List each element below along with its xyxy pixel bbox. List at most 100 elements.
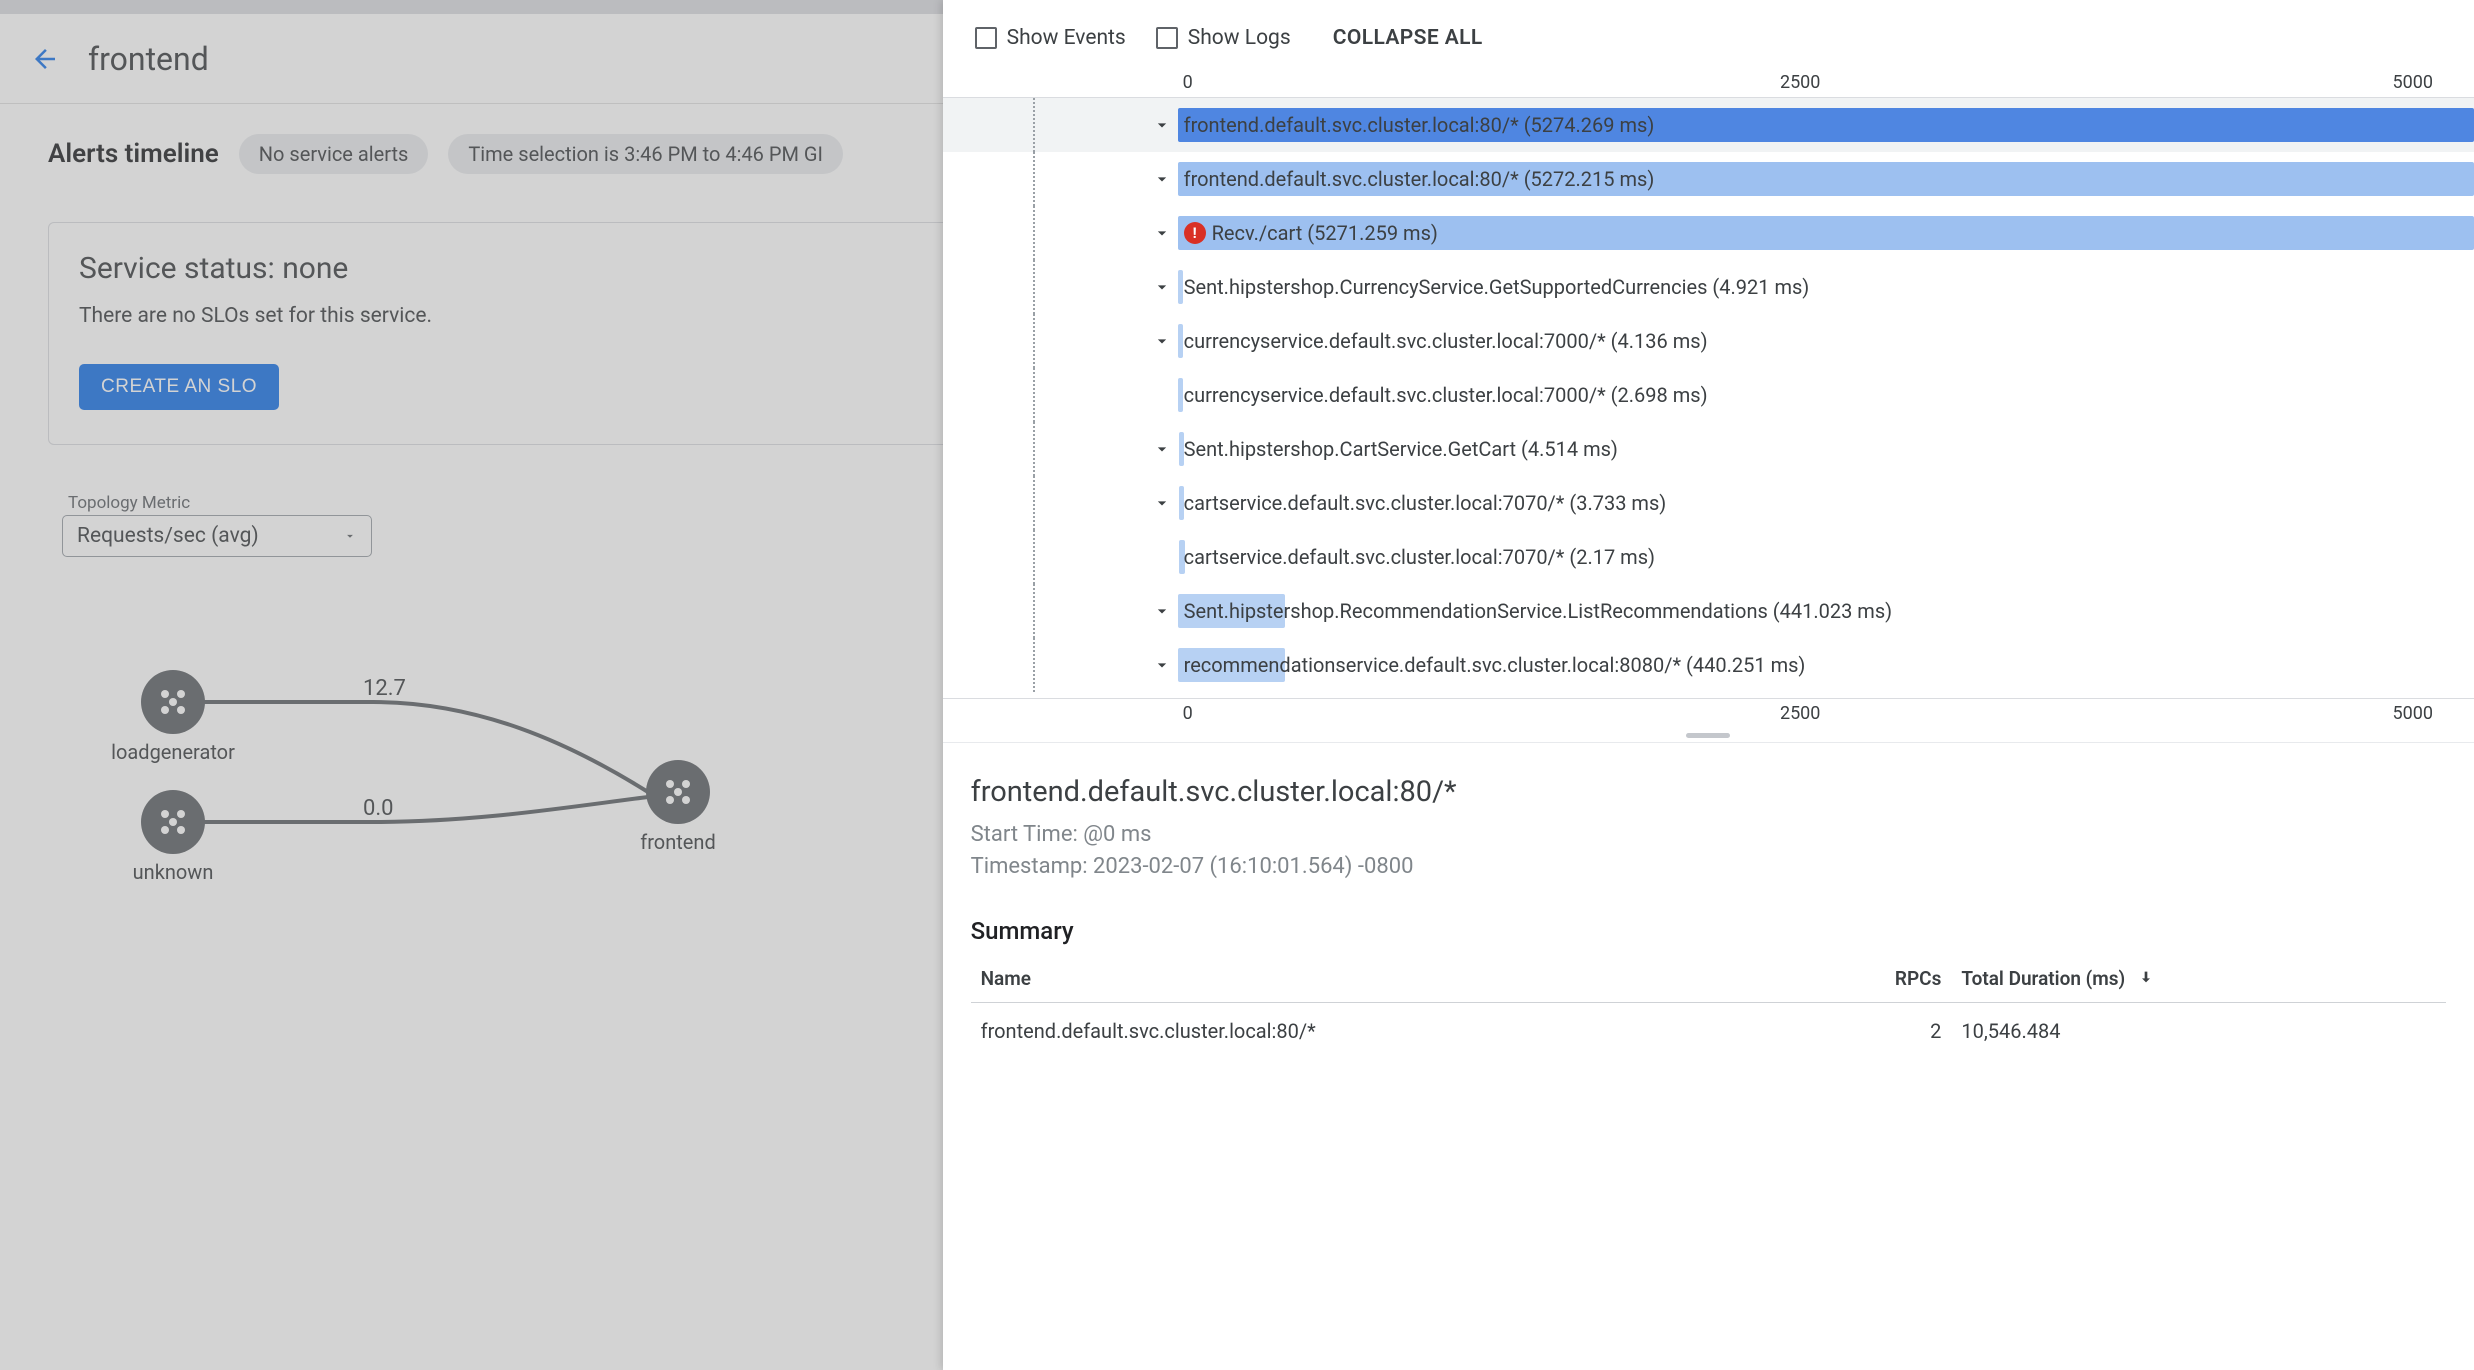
- span-details-title: frontend.default.svc.cluster.local:80/*: [971, 775, 2446, 809]
- axis-tick: 5000: [2393, 703, 2433, 724]
- span-label: Sent.hipstershop.RecommendationService.L…: [1184, 599, 1893, 623]
- span-row[interactable]: Sent.hipstershop.RecommendationService.L…: [943, 584, 2474, 638]
- timeline-axis-bottom: 0 2500 5000: [943, 698, 2474, 728]
- chevron-down-icon[interactable]: [1152, 655, 1172, 675]
- checkbox-icon: [975, 27, 997, 49]
- topology-node-unknown[interactable]: [141, 790, 205, 854]
- span-row[interactable]: frontend.default.svc.cluster.local:80/* …: [943, 152, 2474, 206]
- collapse-all-button[interactable]: COLLAPSE ALL: [1333, 26, 1483, 50]
- span-label: Sent.hipstershop.CurrencyService.GetSupp…: [1184, 275, 1810, 299]
- span-row-gutter: [1033, 638, 1178, 692]
- span-label: cartservice.default.svc.cluster.local:70…: [1184, 545, 1655, 569]
- span-row[interactable]: recommendationservice.default.svc.cluste…: [943, 638, 2474, 692]
- axis-tick: 0: [1183, 72, 1193, 93]
- col-rpcs[interactable]: RPCs: [1797, 955, 1952, 1003]
- span-row[interactable]: Sent.hipstershop.CurrencyService.GetSupp…: [943, 260, 2474, 314]
- topology-node-label: unknown: [133, 860, 214, 884]
- create-slo-button[interactable]: CREATE AN SLO: [79, 364, 279, 410]
- chevron-down-icon[interactable]: [1152, 277, 1172, 297]
- show-logs-label: Show Logs: [1188, 26, 1291, 50]
- span-details: frontend.default.svc.cluster.local:80/* …: [943, 742, 2474, 1370]
- summary-heading: Summary: [971, 917, 2446, 945]
- summary-table: Name RPCs Total Duration (ms) frontend.d…: [971, 955, 2446, 1059]
- span-track: cartservice.default.svc.cluster.local:70…: [1178, 484, 2474, 522]
- span-label: cartservice.default.svc.cluster.local:70…: [1184, 491, 1667, 515]
- span-row[interactable]: currencyservice.default.svc.cluster.loca…: [943, 368, 2474, 422]
- edge-label: 12.7: [363, 676, 406, 701]
- caret-down-icon: [343, 529, 357, 543]
- table-row[interactable]: frontend.default.svc.cluster.local:80/*2…: [971, 1002, 2446, 1059]
- span-label: frontend.default.svc.cluster.local:80/* …: [1184, 113, 1655, 137]
- topology-node-label: frontend: [640, 830, 715, 854]
- span-bar[interactable]: [1178, 324, 1183, 358]
- span-label: recommendationservice.default.svc.cluste…: [1184, 653, 1806, 677]
- span-track: frontend.default.svc.cluster.local:80/* …: [1178, 106, 2474, 144]
- grip-icon: [1686, 733, 1730, 738]
- span-row[interactable]: frontend.default.svc.cluster.local:80/* …: [943, 98, 2474, 152]
- span-label: currencyservice.default.svc.cluster.loca…: [1184, 329, 1708, 353]
- span-row-gutter: [1033, 314, 1178, 368]
- col-name[interactable]: Name: [971, 955, 1797, 1003]
- show-events-checkbox[interactable]: Show Events: [975, 26, 1126, 50]
- chevron-down-icon[interactable]: [1152, 439, 1172, 459]
- span-row-gutter: [1033, 422, 1178, 476]
- show-logs-checkbox[interactable]: Show Logs: [1156, 26, 1291, 50]
- timeline-axis-top: 0 2500 5000: [943, 68, 2474, 98]
- chevron-down-icon[interactable]: [1152, 601, 1172, 621]
- span-row-gutter: [1033, 260, 1178, 314]
- axis-tick: 2500: [1780, 703, 1820, 724]
- span-rows: frontend.default.svc.cluster.local:80/* …: [943, 98, 2474, 698]
- span-row[interactable]: !Recv./cart (5271.259 ms): [943, 206, 2474, 260]
- trace-timeline: 0 2500 5000 frontend.default.svc.cluster…: [943, 68, 2474, 728]
- span-row-gutter: [1033, 584, 1178, 638]
- trace-details-panel: Show Events Show Logs COLLAPSE ALL 0 250…: [943, 0, 2474, 1370]
- chevron-down-icon[interactable]: [1152, 169, 1172, 189]
- chevron-down-icon[interactable]: [1152, 115, 1172, 135]
- axis-tick: 0: [1183, 703, 1193, 724]
- span-track: cartservice.default.svc.cluster.local:70…: [1178, 538, 2474, 576]
- topology-metric-select[interactable]: Requests/sec (avg): [62, 515, 372, 557]
- span-bar[interactable]: [1178, 270, 1183, 304]
- back-arrow-icon[interactable]: [30, 44, 60, 74]
- topology-node-frontend[interactable]: [646, 760, 710, 824]
- time-selection-pill[interactable]: Time selection is 3:46 PM to 4:46 PM GI: [448, 134, 843, 174]
- checkbox-icon: [1156, 27, 1178, 49]
- span-row[interactable]: currencyservice.default.svc.cluster.loca…: [943, 314, 2474, 368]
- show-events-label: Show Events: [1007, 26, 1126, 50]
- span-row[interactable]: Sent.hipstershop.CartService.GetCart (4.…: [943, 422, 2474, 476]
- span-row[interactable]: cartservice.default.svc.cluster.local:70…: [943, 476, 2474, 530]
- table-header-row: Name RPCs Total Duration (ms): [971, 955, 2446, 1003]
- no-alerts-pill[interactable]: No service alerts: [239, 134, 429, 174]
- span-label: frontend.default.svc.cluster.local:80/* …: [1184, 167, 1655, 191]
- col-duration-label: Total Duration (ms): [1961, 967, 2125, 990]
- span-label: Sent.hipstershop.CartService.GetCart (4.…: [1184, 437, 1618, 461]
- chevron-down-icon[interactable]: [1152, 223, 1172, 243]
- cell-duration: 10,546.484: [1951, 1002, 2446, 1059]
- span-track: recommendationservice.default.svc.cluste…: [1178, 646, 2474, 684]
- panel-resize-handle[interactable]: [943, 728, 2474, 742]
- span-track: !Recv./cart (5271.259 ms): [1178, 214, 2474, 252]
- chevron-down-icon[interactable]: [1152, 493, 1172, 513]
- topology-node-loadgenerator[interactable]: [141, 670, 205, 734]
- alerts-title: Alerts timeline: [48, 139, 219, 169]
- span-track: Sent.hipstershop.CartService.GetCart (4.…: [1178, 430, 2474, 468]
- page-title: frontend: [88, 40, 209, 78]
- topology-metric-value: Requests/sec (avg): [77, 524, 259, 548]
- error-icon: !: [1184, 222, 1206, 244]
- span-row-gutter: [1033, 368, 1178, 422]
- span-row-gutter: [1033, 98, 1178, 152]
- trace-toolbar: Show Events Show Logs COLLAPSE ALL: [943, 0, 2474, 68]
- span-track: currencyservice.default.svc.cluster.loca…: [1178, 322, 2474, 360]
- chevron-down-icon[interactable]: [1152, 331, 1172, 351]
- span-label: currencyservice.default.svc.cluster.loca…: [1184, 383, 1708, 407]
- span-timestamp: Timestamp: 2023-02-07 (16:10:01.564) -08…: [971, 851, 2446, 883]
- span-track: currencyservice.default.svc.cluster.loca…: [1178, 376, 2474, 414]
- span-start-time: Start Time: @0 ms: [971, 819, 2446, 851]
- sort-desc-icon: [2138, 969, 2154, 985]
- axis-tick: 2500: [1780, 72, 1820, 93]
- span-row[interactable]: cartservice.default.svc.cluster.local:70…: [943, 530, 2474, 584]
- cell-rpcs: 2: [1797, 1002, 1952, 1059]
- span-track: Sent.hipstershop.RecommendationService.L…: [1178, 592, 2474, 630]
- col-duration[interactable]: Total Duration (ms): [1951, 955, 2446, 1003]
- edge-label: 0.0: [363, 796, 394, 821]
